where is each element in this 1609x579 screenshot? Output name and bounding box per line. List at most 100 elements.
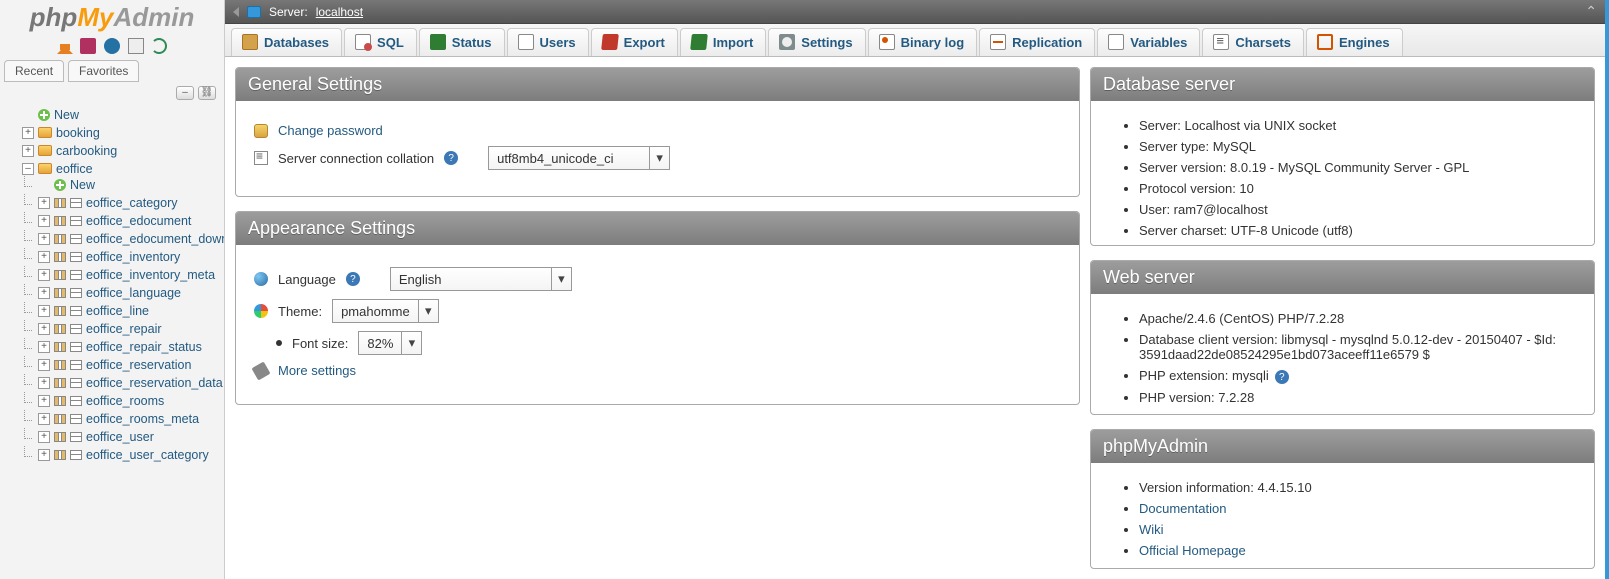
- table-link[interactable]: eoffice_rooms: [86, 394, 164, 408]
- tab-binary-log[interactable]: Binary log: [868, 28, 978, 56]
- db-link[interactable]: eoffice: [56, 162, 93, 176]
- tab-databases[interactable]: Databases: [231, 28, 342, 56]
- columns-icon[interactable]: [54, 252, 66, 262]
- collation-select[interactable]: utf8mb4_unicode_ci ▾: [488, 146, 670, 170]
- sidebar-tabs: Recent Favorites: [0, 60, 224, 82]
- expand-icon[interactable]: +: [38, 233, 50, 245]
- columns-icon[interactable]: [54, 324, 66, 334]
- columns-icon[interactable]: [54, 306, 66, 316]
- expand-icon[interactable]: +: [38, 269, 50, 281]
- table-link[interactable]: eoffice_repair_status: [86, 340, 202, 354]
- db-link[interactable]: carbooking: [56, 144, 117, 158]
- reload-icon[interactable]: [151, 38, 167, 54]
- tab-recent[interactable]: Recent: [4, 60, 64, 82]
- new-db-link[interactable]: New: [54, 108, 79, 122]
- collapse-button[interactable]: –: [176, 86, 194, 100]
- tab-engines[interactable]: Engines: [1306, 28, 1403, 56]
- table-link[interactable]: eoffice_user: [86, 430, 154, 444]
- expand-icon[interactable]: +: [38, 377, 50, 389]
- columns-icon[interactable]: [54, 414, 66, 424]
- columns-icon[interactable]: [54, 198, 66, 208]
- info-item: Database client version: libmysql - mysq…: [1139, 329, 1576, 365]
- pma-link[interactable]: Official Homepage: [1139, 543, 1246, 558]
- table-link[interactable]: eoffice_edocument: [86, 214, 191, 228]
- expand-icon[interactable]: +: [22, 145, 34, 157]
- expand-icon[interactable]: +: [38, 197, 50, 209]
- expand-icon[interactable]: +: [38, 413, 50, 425]
- tab-export[interactable]: Export: [591, 28, 678, 56]
- link-button[interactable]: ⛓: [198, 86, 216, 100]
- expand-icon[interactable]: +: [38, 449, 50, 461]
- back-icon[interactable]: [233, 7, 239, 17]
- columns-icon[interactable]: [54, 270, 66, 280]
- language-icon: [254, 272, 268, 286]
- pma-link[interactable]: Documentation: [1139, 501, 1226, 516]
- columns-icon[interactable]: [54, 450, 66, 460]
- expand-icon[interactable]: +: [38, 359, 50, 371]
- sql-icon: [355, 34, 371, 50]
- table-link[interactable]: eoffice_language: [86, 286, 181, 300]
- table-link[interactable]: eoffice_edocument_download: [86, 232, 224, 246]
- help-icon[interactable]: ?: [444, 151, 458, 165]
- tab-users[interactable]: Users: [507, 28, 589, 56]
- table-link[interactable]: eoffice_line: [86, 304, 149, 318]
- new-table-link[interactable]: New: [70, 178, 95, 192]
- expand-icon[interactable]: +: [38, 287, 50, 299]
- expand-icon[interactable]: +: [38, 305, 50, 317]
- columns-icon[interactable]: [54, 216, 66, 226]
- columns-icon[interactable]: [54, 378, 66, 388]
- font-size-select[interactable]: 82% ▾: [358, 331, 422, 355]
- language-select[interactable]: English ▾: [390, 267, 572, 291]
- panel-title: Web server: [1091, 261, 1594, 294]
- pma-link[interactable]: Wiki: [1139, 522, 1164, 537]
- expand-icon[interactable]: +: [38, 215, 50, 227]
- logo[interactable]: phpMyAdmin: [0, 0, 224, 33]
- home-icon[interactable]: [57, 38, 73, 54]
- table-link[interactable]: eoffice_rooms_meta: [86, 412, 199, 426]
- help-icon[interactable]: [104, 38, 120, 54]
- tab-replication[interactable]: Replication: [979, 28, 1095, 56]
- help-icon[interactable]: ?: [1275, 370, 1289, 384]
- table-link[interactable]: eoffice_inventory: [86, 250, 180, 264]
- expand-icon[interactable]: +: [38, 251, 50, 263]
- columns-icon[interactable]: [54, 396, 66, 406]
- db-link[interactable]: booking: [56, 126, 100, 140]
- theme-select[interactable]: pmahomme ▾: [332, 299, 439, 323]
- tab-label: Status: [452, 35, 492, 50]
- expand-icon[interactable]: –: [22, 163, 34, 175]
- more-settings-link[interactable]: More settings: [278, 363, 356, 378]
- tab-charsets[interactable]: Charsets: [1202, 28, 1304, 56]
- breadcrumb-server[interactable]: localhost: [316, 5, 363, 19]
- tab-import[interactable]: Import: [680, 28, 766, 56]
- columns-icon[interactable]: [54, 342, 66, 352]
- table-link[interactable]: eoffice_inventory_meta: [86, 268, 215, 282]
- table-link[interactable]: eoffice_reservation_data: [86, 376, 223, 390]
- columns-icon[interactable]: [54, 360, 66, 370]
- key-icon: [254, 124, 268, 138]
- tab-sql[interactable]: SQL: [344, 28, 417, 56]
- tab-favorites[interactable]: Favorites: [68, 60, 139, 82]
- help-icon[interactable]: ?: [346, 272, 360, 286]
- status-icon: [430, 34, 446, 50]
- change-password-link[interactable]: Change password: [278, 123, 383, 138]
- columns-icon[interactable]: [54, 432, 66, 442]
- columns-icon[interactable]: [54, 234, 66, 244]
- tab-settings[interactable]: Settings: [768, 28, 865, 56]
- expand-icon[interactable]: +: [38, 431, 50, 443]
- expand-icon[interactable]: +: [22, 127, 34, 139]
- panel-toggle-icon[interactable]: ⌃: [1585, 3, 1597, 20]
- tab-status[interactable]: Status: [419, 28, 505, 56]
- logout-icon[interactable]: [80, 38, 96, 54]
- table-link[interactable]: eoffice_user_category: [86, 448, 209, 462]
- phpmyadmin-panel: phpMyAdmin Version information: 4.4.15.1…: [1090, 429, 1595, 569]
- table-link[interactable]: eoffice_repair: [86, 322, 162, 336]
- table-link[interactable]: eoffice_category: [86, 196, 178, 210]
- expand-icon[interactable]: +: [38, 341, 50, 353]
- tab-variables[interactable]: Variables: [1097, 28, 1200, 56]
- expand-icon[interactable]: +: [38, 395, 50, 407]
- docs-icon[interactable]: [128, 38, 144, 54]
- columns-icon[interactable]: [54, 288, 66, 298]
- expand-icon[interactable]: +: [38, 323, 50, 335]
- table-link[interactable]: eoffice_reservation: [86, 358, 191, 372]
- sidebar: phpMyAdmin Recent Favorites – ⛓ New: [0, 0, 225, 579]
